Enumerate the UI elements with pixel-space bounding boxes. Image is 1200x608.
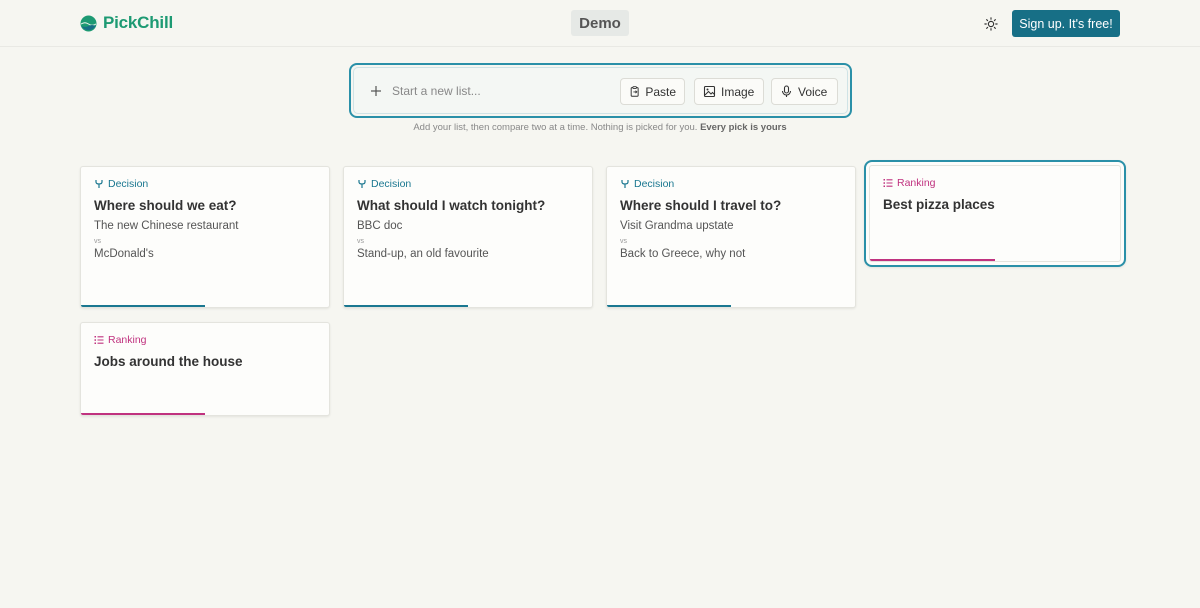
- paste-label: Paste: [645, 84, 676, 99]
- card-type-label: Ranking: [108, 334, 147, 346]
- card-title: What should I watch tonight?: [357, 198, 546, 213]
- logo-text: PickChill: [103, 13, 174, 32]
- logo[interactable]: PickChill: [80, 13, 173, 33]
- new-list-container: Paste Image Voice: [353, 67, 848, 114]
- card-vs: vs: [94, 238, 101, 245]
- paste-button[interactable]: Paste: [620, 78, 685, 105]
- helper-text-bold: Every pick is yours: [700, 122, 787, 133]
- list-card-pizza-places[interactable]: Ranking Best pizza places: [864, 160, 1126, 267]
- pickchill-logo-icon: [80, 15, 97, 31]
- clipboard-icon: [630, 86, 639, 97]
- card-progress-bar: [81, 413, 205, 415]
- helper-text: Add your list, then compare two at a tim…: [0, 122, 1200, 133]
- theme-toggle-button[interactable]: [982, 15, 999, 32]
- list-card-jobs-house[interactable]: Ranking Jobs around the house: [80, 322, 330, 416]
- card-progress-bar: [344, 305, 468, 307]
- card-title: Jobs around the house: [94, 354, 243, 369]
- demo-badge: Demo: [571, 10, 629, 36]
- fork-icon: [358, 180, 366, 188]
- card-progress-bar: [870, 259, 995, 261]
- signup-button[interactable]: Sign up. It's free!: [1012, 10, 1120, 37]
- voice-button[interactable]: Voice: [771, 78, 838, 105]
- microphone-icon: [781, 85, 792, 97]
- card-title: Where should I travel to?: [620, 198, 782, 213]
- card-type-label: Ranking: [897, 177, 936, 189]
- card-type-label: Decision: [634, 178, 675, 190]
- fork-icon: [95, 180, 103, 188]
- list-icon: [94, 336, 104, 344]
- plus-icon[interactable]: [370, 85, 382, 97]
- new-list-bar: Paste Image Voice: [349, 63, 852, 118]
- card-type-badge: Decision: [357, 178, 411, 190]
- card-option-b: Stand-up, an old favourite: [357, 248, 489, 260]
- sun-icon: [983, 16, 998, 31]
- voice-label: Voice: [798, 84, 828, 99]
- card-vs: vs: [357, 238, 364, 245]
- card-type-badge: Decision: [620, 178, 674, 190]
- list-card-watch-tonight[interactable]: Decision What should I watch tonight? BB…: [343, 166, 593, 308]
- card-vs: vs: [620, 238, 627, 245]
- card-type-label: Decision: [108, 178, 149, 190]
- card-title: Best pizza places: [883, 197, 995, 212]
- list-icon: [883, 179, 893, 187]
- card-inner: Ranking Best pizza places: [869, 165, 1121, 262]
- card-progress-bar: [81, 305, 205, 307]
- card-option-b: McDonald's: [94, 248, 154, 260]
- card-type-label: Decision: [371, 178, 412, 190]
- card-title: Where should we eat?: [94, 198, 237, 213]
- top-header: PickChill Demo Sign up. It's free!: [0, 0, 1200, 47]
- list-card-where-eat[interactable]: Decision Where should we eat? The new Ch…: [80, 166, 330, 308]
- card-progress-bar: [607, 305, 731, 307]
- list-card-travel[interactable]: Decision Where should I travel to? Visit…: [606, 166, 856, 308]
- card-option-a: The new Chinese restaurant: [94, 220, 239, 232]
- image-icon: [703, 85, 716, 98]
- fork-icon: [621, 180, 629, 188]
- card-type-badge: Ranking: [94, 334, 147, 346]
- helper-text-main: Add your list, then compare two at a tim…: [413, 122, 698, 133]
- card-type-badge: Decision: [94, 178, 148, 190]
- card-option-b: Back to Greece, why not: [620, 248, 746, 260]
- image-label: Image: [721, 84, 755, 99]
- new-list-input[interactable]: [392, 81, 612, 101]
- image-button[interactable]: Image: [694, 78, 764, 105]
- card-option-a: BBC doc: [357, 220, 403, 232]
- card-option-a: Visit Grandma upstate: [620, 220, 734, 232]
- card-type-badge: Ranking: [883, 177, 936, 189]
